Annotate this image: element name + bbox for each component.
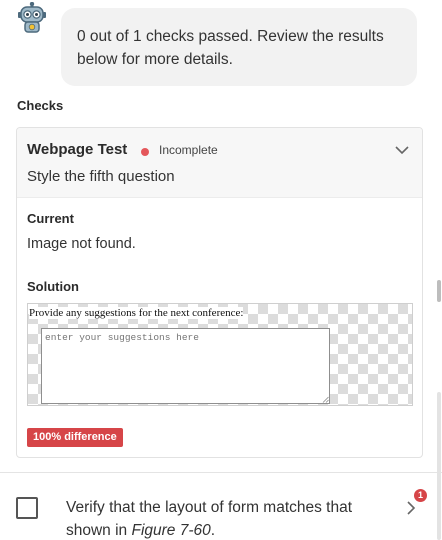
scrollbar-thumb[interactable]	[437, 280, 441, 302]
chat-message-text: 0 out of 1 checks passed. Review the res…	[77, 28, 384, 68]
current-label: Current	[27, 211, 74, 226]
status-dot-icon	[141, 148, 149, 156]
chat-message-row: 0 out of 1 checks passed. Review the res…	[0, 0, 442, 96]
task-checkbox[interactable]	[16, 497, 38, 519]
checks-heading: Checks	[17, 98, 64, 113]
task-figure-ref: Figure 7-60	[131, 522, 211, 539]
solution-preview: Provide any suggestions for the next con…	[27, 303, 413, 406]
test-name: Webpage Test	[27, 141, 128, 158]
suggestions-textarea[interactable]	[41, 328, 330, 404]
chat-bubble: 0 out of 1 checks passed. Review the res…	[61, 8, 417, 86]
robot-icon	[18, 2, 46, 33]
check-card: Webpage Test Incomplete Style the fifth …	[16, 127, 423, 458]
check-card-header[interactable]: Webpage Test Incomplete Style the fifth …	[17, 128, 422, 198]
form-prompt-label: Provide any suggestions for the next con…	[29, 307, 244, 319]
task-text: Verify that the layout of form matches t…	[66, 496, 396, 540]
scrollbar-track-lower	[437, 392, 441, 540]
chevron-down-icon[interactable]	[392, 140, 412, 160]
status-badge: Incomplete	[159, 143, 218, 157]
solution-label: Solution	[27, 279, 79, 294]
task-text-end: .	[210, 522, 216, 539]
chevron-right-icon[interactable]	[404, 499, 418, 517]
current-value: Image not found.	[27, 236, 136, 252]
check-question: Style the fifth question	[27, 168, 175, 185]
notification-badge: 1	[414, 489, 427, 502]
difference-badge: 100% difference	[27, 428, 123, 447]
task-row[interactable]: Verify that the layout of form matches t…	[0, 473, 442, 540]
